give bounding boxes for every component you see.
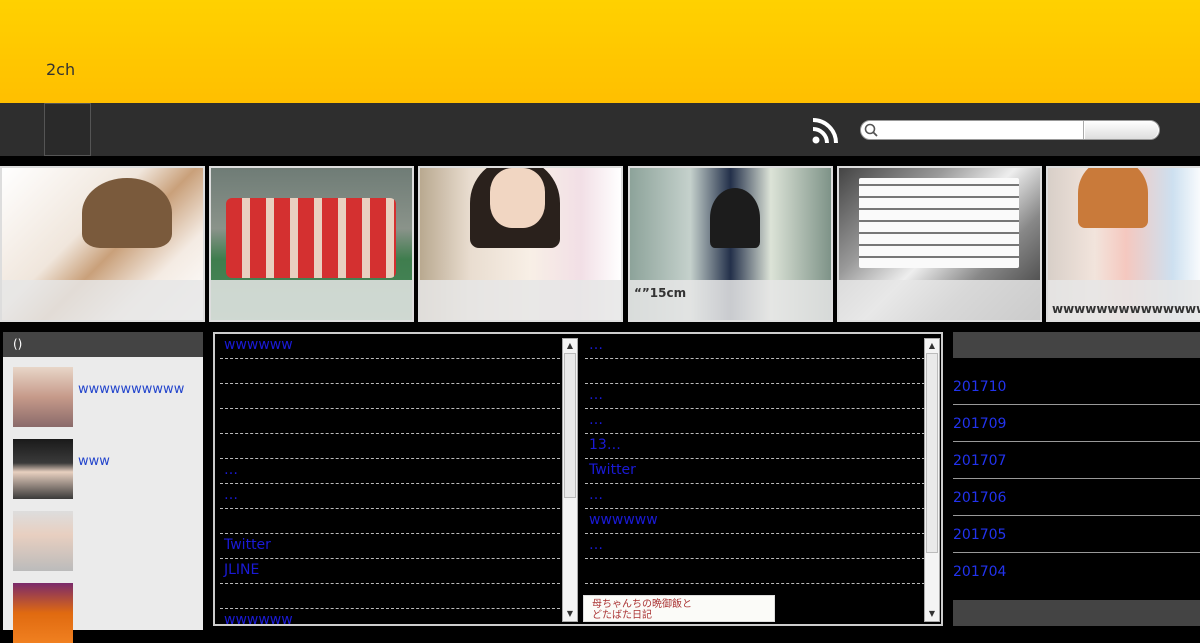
left-sidebar-heading: () <box>3 332 203 357</box>
feed-link[interactable]: … <box>585 409 925 434</box>
slide-caption <box>2 280 203 320</box>
feed-link[interactable] <box>220 359 565 384</box>
search-button[interactable] <box>1085 121 1158 139</box>
archive-heading <box>953 332 1200 358</box>
feed-link[interactable] <box>220 584 565 609</box>
site-header: 2ch <box>0 0 1200 103</box>
archive-link[interactable]: 201710 <box>953 368 1200 405</box>
list-item-title[interactable]: wwwwwwwwww <box>78 382 184 397</box>
feed-link[interactable]: … <box>585 384 925 409</box>
feed-link[interactable] <box>220 384 565 409</box>
feed-link[interactable]: … <box>220 459 565 484</box>
feed-link[interactable]: Twitter <box>220 534 565 559</box>
slide-6-figure <box>1078 168 1148 228</box>
scroll-thumb[interactable] <box>926 353 938 553</box>
blog-banner[interactable]: 母ちゃんちの晩御飯と どたばた日記 <box>583 595 775 622</box>
slide-3[interactable] <box>418 166 623 322</box>
archive-link[interactable]: 201707 <box>953 442 1200 479</box>
feed-panel: wwwwww … … Twitter JLINE wwwwww ▲ ▼ … … … <box>213 332 943 626</box>
feed-link[interactable] <box>585 359 925 384</box>
rss-icon[interactable] <box>812 116 840 144</box>
slide-caption: “”15cm <box>630 280 831 320</box>
list-item[interactable] <box>13 511 198 571</box>
archive-link[interactable]: 201709 <box>953 405 1200 442</box>
slide-4[interactable]: “”15cm <box>628 166 833 322</box>
feed-link[interactable] <box>220 509 565 534</box>
scroll-down-icon[interactable]: ▼ <box>926 608 938 620</box>
list-item[interactable]: wwwwwwwwww <box>13 367 198 427</box>
list-item[interactable] <box>13 583 198 643</box>
feed-link[interactable]: 13… <box>585 434 925 459</box>
slide-caption <box>420 280 621 320</box>
slide-1-figure <box>82 178 172 248</box>
list-item-title[interactable]: www <box>78 454 110 469</box>
thumbnail[interactable] <box>13 511 73 571</box>
feed-link[interactable] <box>220 434 565 459</box>
image-slider: “”15cm wwwwwwwwwwwwwwwwww <box>0 166 1200 322</box>
archive-link[interactable]: 201704 <box>953 553 1200 590</box>
scroll-thumb[interactable] <box>564 353 576 498</box>
feed-link[interactable]: … <box>585 484 925 509</box>
slide-2-figure <box>226 198 396 278</box>
feed-link[interactable]: wwwwww <box>220 609 565 624</box>
menu-button[interactable] <box>44 103 91 156</box>
scrollbar[interactable]: ▲ ▼ <box>924 338 940 622</box>
feed-link[interactable]: wwwwww <box>585 509 925 534</box>
archive-link[interactable]: 201706 <box>953 479 1200 516</box>
sidebar-section-heading <box>953 600 1200 626</box>
feed-link[interactable]: JLINE <box>220 559 565 584</box>
site-title[interactable]: 2ch <box>46 60 75 79</box>
slide-caption <box>839 280 1040 320</box>
feed-link[interactable]: wwwwww <box>220 334 565 359</box>
thumbnail[interactable] <box>13 583 73 643</box>
slide-caption <box>211 280 412 320</box>
scroll-down-icon[interactable]: ▼ <box>564 608 576 620</box>
scrollbar[interactable]: ▲ ▼ <box>562 338 578 622</box>
slide-5[interactable] <box>837 166 1042 322</box>
feed-link[interactable] <box>220 409 565 434</box>
list-item[interactable]: www <box>13 439 198 499</box>
right-sidebar: 201710 201709 201707 201706 201705 20170… <box>953 332 1200 630</box>
scroll-up-icon[interactable]: ▲ <box>564 340 576 352</box>
slide-5-figure <box>859 178 1019 268</box>
feed-link[interactable]: Twitter <box>585 459 925 484</box>
thumbnail[interactable] <box>13 439 73 499</box>
feed-link[interactable]: … <box>585 534 925 559</box>
search-icon <box>864 123 878 137</box>
archive-link[interactable]: 201705 <box>953 516 1200 553</box>
left-sidebar: () wwwwwwwwww www <box>3 332 203 643</box>
slide-2[interactable] <box>209 166 414 322</box>
feed-link[interactable]: … <box>585 334 925 359</box>
feed-column-b[interactable]: … … … 13… Twitter … wwwwww … <box>585 334 925 624</box>
slide-6[interactable]: wwwwwwwwwwwwwwwwww <box>1046 166 1200 322</box>
slide-1[interactable] <box>0 166 205 322</box>
feed-link[interactable]: … <box>220 484 565 509</box>
scroll-up-icon[interactable]: ▲ <box>926 340 938 352</box>
slide-caption: wwwwwwwwwwwwwwwwww <box>1048 280 1200 320</box>
feed-link[interactable] <box>585 559 925 584</box>
search-input[interactable] <box>882 121 1084 139</box>
slide-4-figure <box>710 188 760 248</box>
slide-3-face <box>490 168 545 228</box>
thumbnail[interactable] <box>13 367 73 427</box>
feed-column-a[interactable]: wwwwww … … Twitter JLINE wwwwww <box>220 334 565 624</box>
